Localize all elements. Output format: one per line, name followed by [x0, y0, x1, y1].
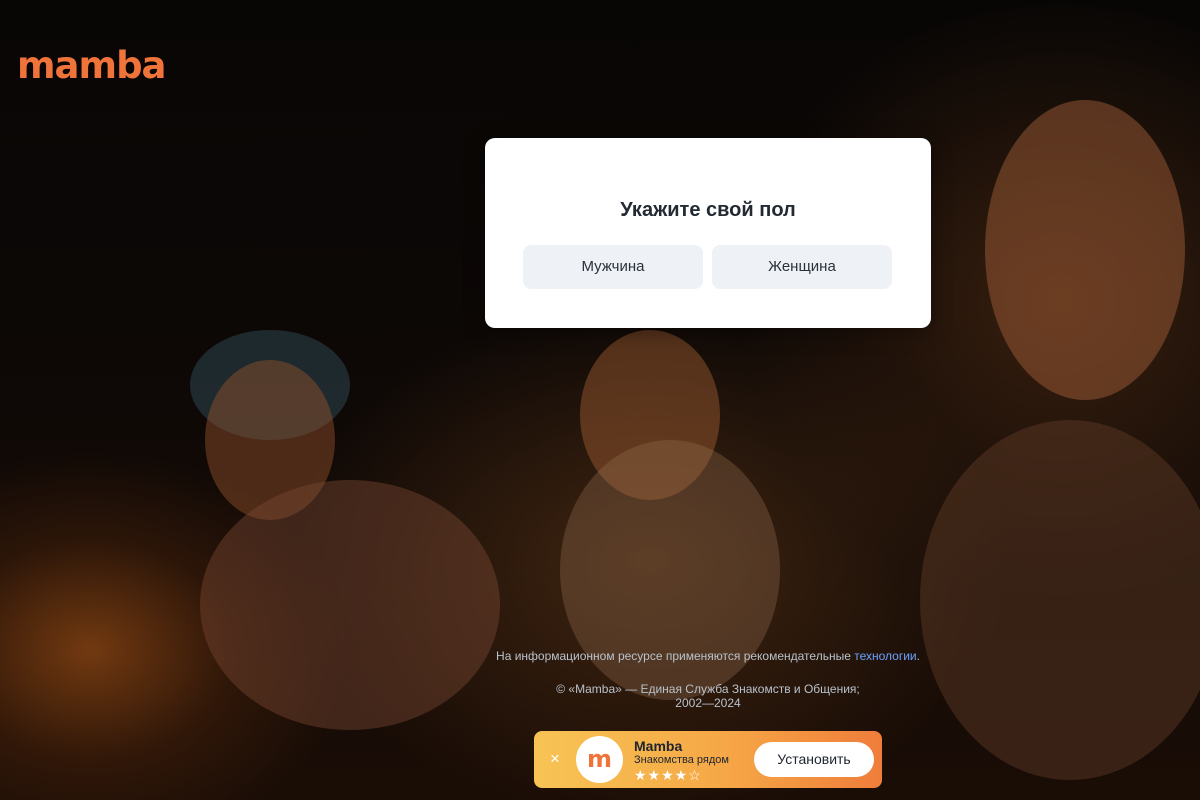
modal-title: Укажите свой пол [620, 199, 796, 221]
copyright-years: 2002—2024 [675, 696, 741, 710]
app-install-banner: × m Mamba Знакомства рядом ★★★★☆ Установ… [534, 731, 882, 788]
app-icon: m [576, 736, 623, 783]
app-subtitle: Знакомства рядом [634, 754, 729, 766]
male-button[interactable]: Мужчина [523, 245, 703, 289]
gender-modal: Укажите свой пол Мужчина Женщина [485, 138, 931, 328]
notice-period: . [916, 649, 920, 663]
rating-stars-icon: ★★★★☆ [634, 767, 702, 783]
background-photo [0, 0, 1200, 800]
copyright-line-1: © «Mamba» — Единая Служба Знакомств и Об… [556, 682, 860, 696]
install-button[interactable]: Установить [754, 742, 874, 777]
face-right-shape [985, 100, 1185, 400]
mamba-logo[interactable]: mamba [17, 44, 167, 87]
female-button[interactable]: Женщина [712, 245, 892, 289]
copyright: © «Mamba» — Единая Служба Знакомств и Об… [0, 682, 1200, 710]
app-logo-letter: m [586, 745, 612, 773]
page: mamba Укажите свой пол Мужчина Женщина Н… [0, 0, 1200, 800]
app-name: Mamba [634, 738, 683, 754]
notice-text: На информационном ресурсе применяются ре… [496, 649, 851, 663]
close-icon[interactable]: × [550, 749, 560, 769]
recommendation-notice: На информационном ресурсе применяются ре… [0, 649, 1200, 663]
guitar-player-shape [920, 420, 1200, 780]
technologies-link[interactable]: технологии [854, 649, 916, 663]
